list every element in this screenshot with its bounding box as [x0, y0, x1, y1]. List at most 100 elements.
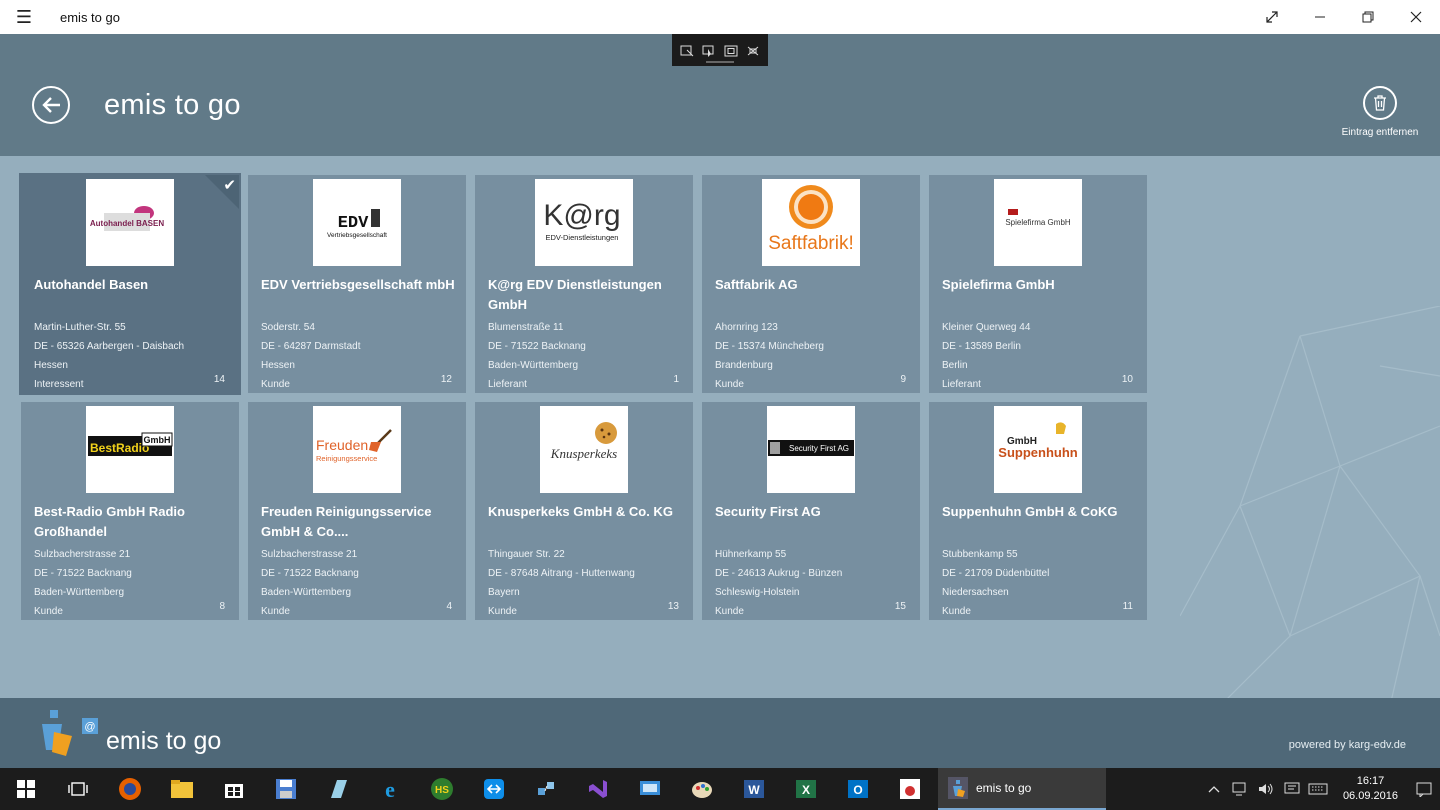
entry-city: DE - 87648 Aitrang - Huttenwang: [488, 568, 635, 579]
firefox-icon[interactable]: [104, 768, 156, 810]
entry-street: Martin-Luther-Str. 55: [34, 322, 126, 333]
entry-city: DE - 64287 Darmstadt: [261, 341, 361, 352]
svg-text:Spielefirma GmbH: Spielefirma GmbH: [1005, 218, 1071, 227]
entry-state: Schleswig-Holstein: [715, 587, 800, 598]
hs-app-icon[interactable]: HS: [416, 768, 468, 810]
svg-text:Reinigungsservice: Reinigungsservice: [316, 454, 377, 463]
entry-street: Kleiner Querweg 44: [942, 322, 1031, 333]
layout-bounds-icon[interactable]: [724, 44, 738, 57]
svg-text:@: @: [84, 721, 95, 733]
save-disk-icon[interactable]: [260, 768, 312, 810]
entry-tile[interactable]: Security First AG Security First AG Hühn…: [702, 402, 920, 620]
calendar-app-icon[interactable]: [884, 768, 936, 810]
entry-state: Berlin: [942, 360, 968, 371]
entry-count: 9: [900, 374, 906, 385]
taskbar: e HS W X O emis to go 16:17 06.09.2016: [0, 768, 1440, 810]
company-logo: Freuden Reinigungsservice: [313, 406, 401, 493]
app-footer: @ emis to go powered by karg-edv.de: [0, 698, 1440, 768]
chevron-up-icon[interactable]: [1201, 785, 1227, 793]
windows-start-icon[interactable]: [0, 768, 52, 810]
svg-text:O: O: [853, 783, 862, 797]
pointer-icon[interactable]: [702, 44, 716, 57]
entry-state: Niedersachsen: [942, 587, 1009, 598]
select-element-icon[interactable]: [680, 44, 694, 57]
entry-type: Kunde: [34, 606, 63, 617]
entry-tile[interactable]: BestRadio GmbH Best-Radio GmbH Radio Gro…: [21, 402, 239, 620]
checkmark-icon: ✔: [223, 177, 236, 194]
brand-name: emis to go: [106, 727, 222, 755]
entry-type: Kunde: [942, 606, 971, 617]
visual-studio-icon[interactable]: [572, 768, 624, 810]
entry-tile[interactable]: Saftfabrik! Saftfabrik AG Ahornring 123 …: [702, 175, 920, 393]
taskbar-clock[interactable]: 16:17 06.09.2016: [1331, 774, 1408, 804]
svg-text:Saftfabrik!: Saftfabrik!: [768, 233, 854, 254]
file-explorer-icon[interactable]: [156, 768, 208, 810]
debug-toolbar: [672, 34, 768, 66]
word-icon[interactable]: W: [728, 768, 780, 810]
hamburger-menu-icon[interactable]: ☰: [0, 0, 48, 34]
entry-type: Kunde: [261, 606, 290, 617]
notification-center-icon[interactable]: [1408, 768, 1440, 810]
entry-street: Hühnerkamp 55: [715, 549, 787, 560]
entry-count: 8: [219, 601, 225, 612]
entry-tile[interactable]: K@rg EDV-Dienstleistungen K@rg EDV Diens…: [475, 175, 693, 393]
entry-count: 12: [440, 374, 452, 385]
entry-name: Knusperkeks GmbH & Co. KG: [488, 504, 673, 519]
entry-count: 15: [894, 601, 906, 612]
entry-city: DE - 65326 Aarbergen - Daisbach: [34, 341, 185, 352]
entry-tile[interactable]: Knusperkeks Knusperkeks GmbH & Co. KG Th…: [475, 402, 693, 620]
network-icon[interactable]: [1227, 782, 1253, 796]
task-view-icon[interactable]: [52, 768, 104, 810]
svg-text:GmbH: GmbH: [144, 435, 171, 445]
outlook-icon[interactable]: O: [832, 768, 884, 810]
svg-text:Vertriebsgesellschaft: Vertriebsgesellschaft: [327, 232, 387, 239]
taskbar-active-app[interactable]: emis to go: [938, 768, 1106, 810]
internet-explorer-icon[interactable]: e: [364, 768, 416, 810]
entry-tile[interactable]: ✔ Autohandel BASEN Autohandel Basen Mart…: [19, 173, 241, 395]
svg-text:HS: HS: [435, 785, 449, 796]
entry-city: DE - 15374 Müncheberg: [715, 341, 824, 352]
entry-name: Freuden Reinigungsservice GmbH & Co....: [261, 504, 432, 539]
entry-type: Interessent: [34, 379, 84, 390]
entry-tile[interactable]: EDV Vertriebsgesellschaft EDV Vertriebsg…: [248, 175, 466, 393]
powered-by-link[interactable]: powered by karg-edv.de: [1289, 739, 1406, 751]
restore-icon[interactable]: [1344, 0, 1392, 34]
store-icon[interactable]: [208, 768, 260, 810]
entry-tile[interactable]: GmbH Suppenhuhn Suppenhuhn GmbH & CoKG S…: [929, 402, 1147, 620]
svg-text:Autohandel BASEN: Autohandel BASEN: [90, 219, 164, 228]
entry-type: Kunde: [715, 606, 744, 617]
minimize-icon[interactable]: [1296, 0, 1344, 34]
message-icon[interactable]: [1279, 782, 1305, 796]
track-focus-icon[interactable]: [746, 44, 760, 56]
svg-text:Freuden: Freuden: [316, 437, 368, 453]
svg-text:Suppenhuhn: Suppenhuhn: [998, 445, 1077, 460]
close-icon[interactable]: [1392, 0, 1440, 34]
notebook-icon[interactable]: [312, 768, 364, 810]
entry-type: Lieferant: [488, 379, 527, 390]
excel-icon[interactable]: X: [780, 768, 832, 810]
entry-name: Autohandel Basen: [34, 277, 149, 292]
clock-date: 06.09.2016: [1342, 790, 1398, 802]
entry-street: Stubbenkamp 55: [942, 549, 1018, 560]
entry-tile[interactable]: Freuden Reinigungsservice Freuden Reinig…: [248, 402, 466, 620]
network-app-icon[interactable]: [520, 768, 572, 810]
taskbar-app-label: emis to go: [976, 781, 1032, 795]
teamviewer-icon[interactable]: [468, 768, 520, 810]
remote-desktop-icon[interactable]: [624, 768, 676, 810]
at-sign-icon: @: [82, 718, 98, 734]
fullscreen-icon[interactable]: [1248, 0, 1296, 34]
brand-logo: @ emis to go: [36, 710, 221, 758]
keyboard-icon[interactable]: [1305, 782, 1331, 796]
entry-tile[interactable]: Spielefirma GmbH Spielefirma GmbH Kleine…: [929, 175, 1147, 393]
volume-icon[interactable]: [1253, 782, 1279, 796]
entry-type: Kunde: [488, 606, 517, 617]
svg-text:EDV-Dienstleistungen: EDV-Dienstleistungen: [546, 233, 619, 242]
company-logo: K@rg EDV-Dienstleistungen: [535, 179, 633, 266]
paint-icon[interactable]: [676, 768, 728, 810]
delete-entry-button[interactable]: Eintrag entfernen: [1338, 86, 1422, 138]
svg-text:W: W: [748, 783, 760, 797]
back-button[interactable]: [32, 86, 70, 124]
entry-count: 13: [667, 601, 679, 612]
svg-text:e: e: [385, 777, 395, 801]
entries-grid: ✔ Autohandel BASEN Autohandel Basen Mart…: [19, 173, 1147, 620]
